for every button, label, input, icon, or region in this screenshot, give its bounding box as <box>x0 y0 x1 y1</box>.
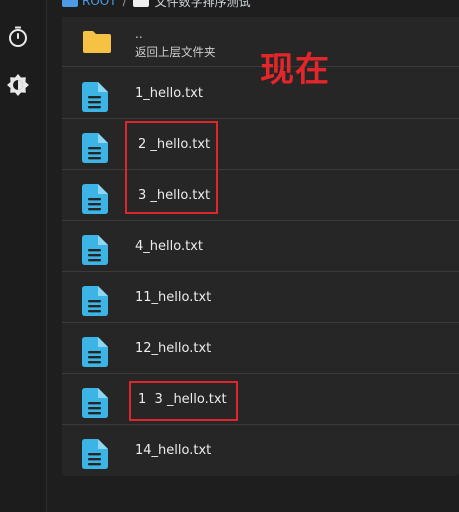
file-row[interactable]: 11_hello.txt <box>62 273 459 323</box>
brightness-icon[interactable] <box>6 73 30 97</box>
text-file-icon <box>82 184 108 218</box>
file-row[interactable]: 4_hello.txt <box>62 222 459 272</box>
file-name: 11_hello.txt <box>135 290 212 305</box>
file-row[interactable]: 1 3 _hello.txt <box>62 375 459 425</box>
text-file-icon <box>82 388 108 422</box>
text-file-icon <box>82 235 108 269</box>
highlight-box <box>125 121 218 214</box>
text-file-icon <box>82 82 108 116</box>
annotation-label: 现在 <box>260 50 330 90</box>
file-row[interactable]: 12_hello.txt <box>62 324 459 374</box>
breadcrumb-root-label: ROOT <box>82 0 117 8</box>
breadcrumb-root[interactable]: ROOT <box>62 0 117 8</box>
parent-dots: .. <box>135 27 143 41</box>
text-file-icon <box>82 133 108 167</box>
breadcrumb-separator: / <box>122 0 127 8</box>
file-name: 14_hello.txt <box>135 443 212 458</box>
text-file-icon <box>82 439 108 473</box>
folder-icon <box>132 0 149 7</box>
file-name: 4_hello.txt <box>135 239 203 254</box>
sidebar <box>0 0 47 512</box>
folder-icon <box>82 30 112 58</box>
breadcrumb: ROOT / 文件数字排序测试 <box>62 0 251 9</box>
file-name: 12_hello.txt <box>135 341 212 356</box>
file-name: 1_hello.txt <box>135 86 203 101</box>
breadcrumb-current[interactable]: 文件数字排序测试 <box>155 0 251 10</box>
file-row[interactable]: 2 _hello.txt <box>62 120 459 170</box>
highlight-box <box>129 381 238 421</box>
text-file-icon <box>82 337 108 371</box>
file-row[interactable]: 14_hello.txt <box>62 426 459 476</box>
text-file-icon <box>82 286 108 320</box>
timer-icon[interactable] <box>6 25 30 49</box>
parent-folder-label: 返回上层文件夹 <box>135 45 216 59</box>
home-folder-icon <box>62 0 78 7</box>
file-row[interactable]: 3 _hello.txt <box>62 171 459 221</box>
